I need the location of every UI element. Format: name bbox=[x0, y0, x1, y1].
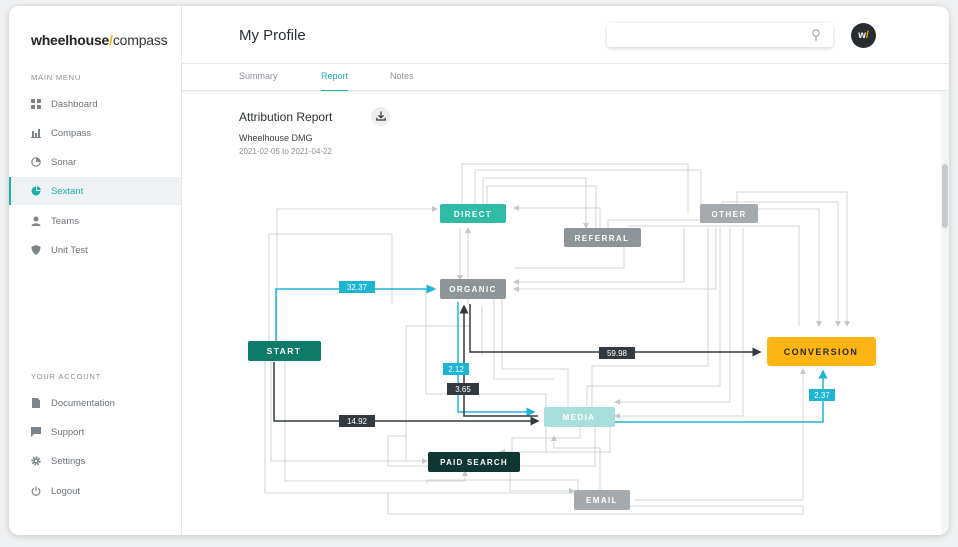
sidebar-item-sonar[interactable]: Sonar bbox=[9, 148, 181, 176]
sidebar-item-label: Sextant bbox=[51, 185, 84, 197]
logo-wordmark: wheelhouse bbox=[31, 32, 110, 48]
bar-chart-icon bbox=[31, 128, 41, 138]
flow-value: 32.37 bbox=[347, 283, 368, 292]
document-icon bbox=[31, 398, 41, 408]
node-label: DIRECT bbox=[454, 210, 492, 219]
power-icon bbox=[31, 486, 41, 496]
sidebar-item-unit-test[interactable]: Unit Test bbox=[9, 236, 181, 264]
sidebar-item-compass[interactable]: Compass bbox=[9, 119, 181, 147]
node-conversion[interactable]: CONVERSION bbox=[767, 337, 876, 366]
sidebar-item-label: Logout bbox=[51, 485, 81, 497]
node-label: REFERRAL bbox=[575, 234, 630, 243]
flow-label-start-media: 14.92 bbox=[339, 415, 375, 427]
shield-icon bbox=[31, 245, 41, 255]
sidebar-item-teams[interactable]: Teams bbox=[9, 207, 181, 235]
attribution-flow-diagram: 32.37 59.98 2.12 3.65 14.92 2.37 DIRECT … bbox=[248, 163, 876, 515]
logo-product: compass bbox=[112, 32, 168, 48]
scroll-thumb[interactable] bbox=[942, 164, 948, 228]
sidebar-item-dashboard[interactable]: Dashboard bbox=[9, 90, 181, 118]
sonar-icon bbox=[31, 157, 41, 167]
sidebar-item-settings[interactable]: Settings bbox=[9, 447, 181, 475]
sidebar-item-label: Documentation bbox=[51, 397, 115, 409]
flow-media-organic bbox=[459, 304, 538, 417]
flow-organic-conversion bbox=[469, 304, 762, 357]
node-label: OTHER bbox=[712, 210, 747, 219]
gear-icon bbox=[31, 456, 41, 466]
flow-label-media-organic: 3.65 bbox=[447, 383, 479, 395]
background-flow-lines bbox=[264, 163, 850, 515]
sidebar-item-label: Settings bbox=[51, 455, 86, 467]
sidebar-item-label: Compass bbox=[51, 127, 92, 139]
node-direct[interactable]: DIRECT bbox=[440, 204, 506, 223]
node-label: MEDIA bbox=[563, 413, 596, 422]
sidebar-item-label: Unit Test bbox=[51, 244, 88, 256]
flow-value: 59.98 bbox=[607, 349, 628, 358]
node-media[interactable]: MEDIA bbox=[544, 407, 615, 427]
flow-value: 2.12 bbox=[448, 365, 464, 374]
dashboard-icon bbox=[31, 99, 41, 109]
flow-label-media-conversion: 2.37 bbox=[809, 389, 835, 401]
sidebar-item-support[interactable]: Support bbox=[9, 418, 181, 446]
main-content: My Profile w / Summary Report Notes Attri… bbox=[182, 6, 949, 535]
sidebar-item-sextant[interactable]: Sextant bbox=[9, 177, 181, 205]
sidebar-item-documentation[interactable]: Documentation bbox=[9, 389, 181, 417]
node-organic[interactable]: ORGANIC bbox=[440, 279, 506, 299]
node-other[interactable]: OTHER bbox=[700, 204, 758, 223]
sidebar-item-label: Support bbox=[51, 426, 85, 438]
sidebar-item-label: Sonar bbox=[51, 156, 77, 168]
flow-label-start-organic: 32.37 bbox=[339, 281, 375, 293]
app-window: wheelhouse/compass MAIN MENU Dashboard C… bbox=[9, 6, 949, 535]
flow-media-conversion bbox=[615, 369, 828, 423]
flow-start-organic bbox=[275, 284, 436, 350]
node-paid-search[interactable]: PAID SEARCH bbox=[428, 452, 520, 472]
chat-icon bbox=[31, 427, 41, 437]
flow-label-organic-conversion: 59.98 bbox=[599, 347, 635, 359]
node-referral[interactable]: REFERRAL bbox=[564, 228, 641, 247]
node-label: ORGANIC bbox=[449, 285, 497, 294]
sidebar-item-label: Dashboard bbox=[51, 98, 98, 110]
vertical-scrollbar[interactable] bbox=[941, 91, 949, 535]
node-label: START bbox=[267, 346, 302, 356]
sidebar-item-label: Teams bbox=[51, 215, 79, 227]
flow-label-organic-media: 2.12 bbox=[443, 363, 469, 375]
app-logo[interactable]: wheelhouse/compass bbox=[31, 32, 168, 48]
user-icon bbox=[31, 216, 41, 226]
node-label: CONVERSION bbox=[784, 347, 859, 357]
node-start[interactable]: START bbox=[248, 341, 321, 361]
your-account-label: YOUR ACCOUNT bbox=[31, 372, 102, 381]
node-email[interactable]: EMAIL bbox=[574, 490, 630, 510]
flow-value: 14.92 bbox=[347, 417, 368, 426]
flow-value: 2.37 bbox=[814, 391, 830, 400]
node-label: EMAIL bbox=[586, 496, 618, 505]
sidebar: wheelhouse/compass MAIN MENU Dashboard C… bbox=[9, 6, 182, 535]
sidebar-item-logout[interactable]: Logout bbox=[9, 477, 181, 505]
flow-value: 3.65 bbox=[455, 385, 471, 394]
pie-chart-icon bbox=[31, 186, 41, 196]
node-label: PAID SEARCH bbox=[440, 458, 508, 467]
main-menu-label: MAIN MENU bbox=[31, 73, 82, 82]
